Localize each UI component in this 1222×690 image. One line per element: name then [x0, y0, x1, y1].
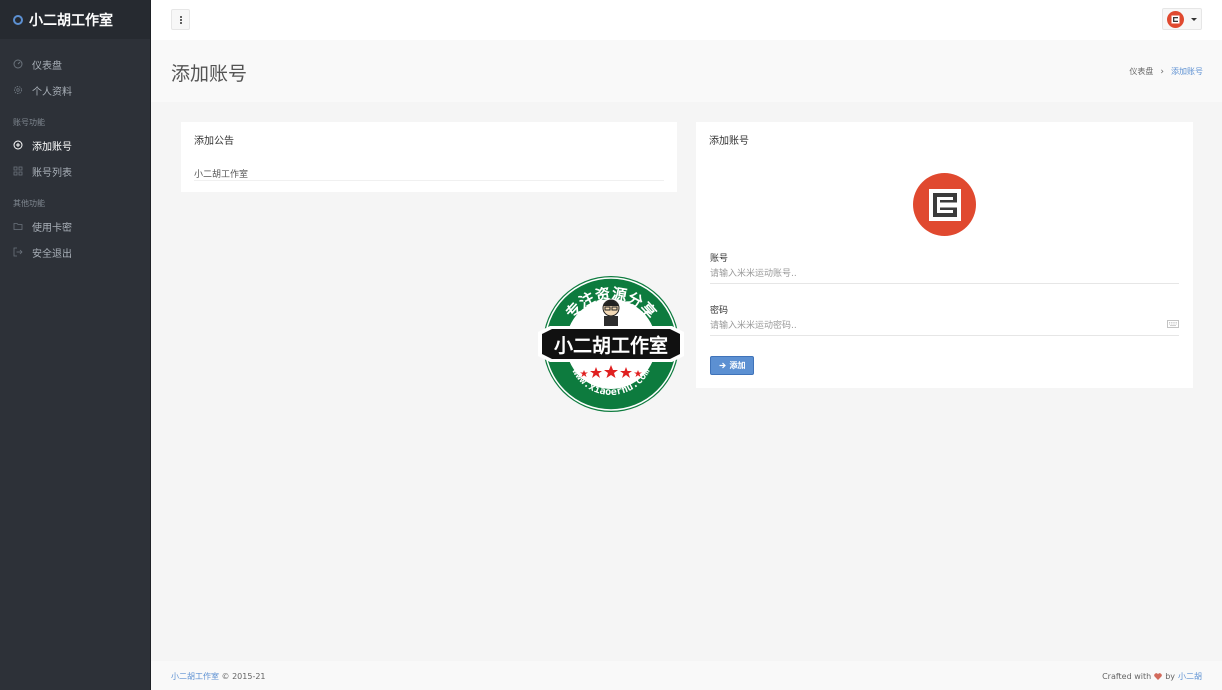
sidebar-item-dashboard[interactable]: 仪表盘	[0, 51, 150, 77]
watermark-seal-graphic: 专注资源分享 www.xiaoerhu.com 小二胡工作室	[538, 276, 684, 412]
sidebar-item-profile[interactable]: 个人资料	[0, 77, 150, 103]
add-button-label: 添加	[729, 361, 746, 370]
app-logo-icon	[928, 188, 961, 221]
sidebar: 小二胡工作室 仪表盘 个人资料 账号功能 添加账号 账号列表 其他功能 使用卡密…	[0, 0, 151, 690]
password-label: 密码	[710, 306, 729, 316]
add-button[interactable]: 添加	[710, 356, 754, 375]
user-menu-button[interactable]	[1162, 8, 1202, 30]
sidebar-item-add-account[interactable]: 添加账号	[0, 132, 150, 158]
footer-brand-link[interactable]: 小二胡工作室	[171, 672, 219, 681]
vertical-dots-icon	[179, 15, 182, 24]
sidebar-item-logout[interactable]: 安全退出	[0, 239, 150, 265]
notice-divider	[194, 180, 664, 181]
gear-icon	[13, 85, 23, 95]
notice-title: 添加公告	[194, 136, 234, 147]
chevron-down-icon	[1191, 17, 1197, 21]
sidebar-item-label: 个人资料	[32, 86, 72, 98]
footer-copyright-text: © 2015-21	[221, 672, 266, 681]
logout-icon	[13, 247, 23, 257]
breadcrumb: 仪表盘 › 添加账号	[1129, 66, 1203, 77]
menu-toggle-button[interactable]	[171, 9, 190, 30]
breadcrumb-separator: ›	[1160, 66, 1164, 77]
heart-icon	[1154, 673, 1162, 680]
section-heading-other: 其他功能	[13, 199, 45, 208]
sidebar-nav: 仪表盘 个人资料 账号功能 添加账号 账号列表 其他功能 使用卡密 安全退出	[0, 39, 150, 265]
topbar	[151, 0, 1222, 40]
breadcrumb-home-link[interactable]: 仪表盘	[1129, 66, 1153, 77]
notice-text: 小二胡工作室	[194, 170, 249, 180]
arrow-right-icon	[719, 362, 726, 369]
footer-copyright: 小二胡工作室 © 2015-21	[171, 671, 266, 682]
sidebar-item-label: 安全退出	[32, 248, 72, 260]
footer-crafted-text: Crafted with	[1102, 672, 1152, 681]
notice-card: 添加公告 小二胡工作室	[181, 122, 677, 192]
sidebar-item-account-list[interactable]: 账号列表	[0, 158, 150, 184]
footer-by-text: by	[1165, 672, 1175, 681]
page-heading: 添加账号 仪表盘 › 添加账号	[151, 40, 1222, 102]
sidebar-item-label: 账号列表	[32, 167, 72, 179]
footer: 小二胡工作室 © 2015-21 Crafted with by 小二胡	[151, 661, 1222, 690]
watermark-center-text: 小二胡工作室	[554, 334, 668, 357]
keyboard-icon[interactable]	[1167, 320, 1179, 328]
grid-icon	[13, 166, 23, 176]
sidebar-item-label: 仪表盘	[32, 60, 62, 72]
folder-icon	[13, 221, 23, 231]
sidebar-item-label: 使用卡密	[32, 222, 72, 234]
plus-circle-icon	[13, 140, 23, 150]
brand[interactable]: 小二胡工作室	[0, 0, 150, 39]
watermark-seal: 专注资源分享 www.xiaoerhu.com 小二胡工作室	[536, 274, 686, 414]
footer-credit: Crafted with by 小二胡	[1102, 671, 1202, 682]
account-label: 账号	[710, 254, 729, 264]
dashboard-icon	[13, 59, 23, 69]
sidebar-item-use-card[interactable]: 使用卡密	[0, 213, 150, 239]
ring-logo-icon	[13, 14, 23, 25]
sidebar-item-label: 添加账号	[32, 141, 72, 153]
page-title: 添加账号	[171, 63, 248, 85]
section-heading-account: 账号功能	[13, 118, 45, 127]
password-input[interactable]	[710, 316, 1153, 336]
app-logo	[913, 173, 976, 236]
breadcrumb-current[interactable]: 添加账号	[1171, 66, 1203, 77]
account-input[interactable]	[710, 264, 1179, 284]
add-account-card: 添加账号 账号 密码 添加	[696, 122, 1193, 388]
mascot-icon	[602, 299, 620, 326]
form-title: 添加账号	[709, 136, 749, 147]
brand-title: 小二胡工作室	[29, 12, 113, 29]
footer-author-link[interactable]: 小二胡	[1178, 671, 1202, 682]
avatar	[1167, 10, 1184, 28]
